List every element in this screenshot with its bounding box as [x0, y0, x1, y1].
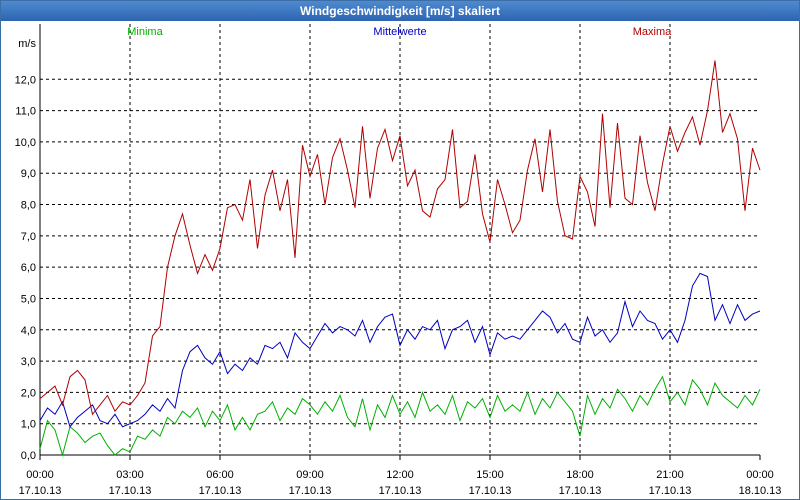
y-tick-label: 9,0	[21, 168, 36, 180]
wind-speed-chart: Minima Mittelwerte Maxima 0,0 1,0 2,0 3,0 4,0 5…	[15, 24, 782, 497]
x-tick-time: 15:00	[476, 469, 504, 481]
y-tick-label: 11,0	[15, 106, 36, 118]
x-tick-time: 03:00	[116, 469, 144, 481]
y-tick-label: 10,0	[15, 137, 36, 149]
x-tick-time: 09:00	[296, 469, 324, 481]
y-tick-label: 0,0	[21, 450, 36, 462]
x-tick-time: 12:00	[386, 469, 414, 481]
x-tick-time: 00:00	[26, 469, 54, 481]
x-tick-date: 17.10.13	[379, 485, 422, 497]
legend-mittelwerte: Mittelwerte	[373, 26, 426, 38]
y-tick-label: 6,0	[21, 262, 36, 274]
x-tick-date: 17.10.13	[559, 485, 602, 497]
x-tick-time: 18:00	[566, 469, 594, 481]
x-tick-time: 06:00	[206, 469, 234, 481]
series-lines	[39, 60, 761, 457]
y-tick-label: 7,0	[21, 231, 36, 243]
y-tick-label: 3,0	[21, 356, 36, 368]
x-tick-date: 17.10.13	[109, 485, 152, 497]
y-tick-label: 5,0	[21, 293, 36, 305]
y-tick-label: 2,0	[21, 387, 36, 399]
x-tick-time: 00:00	[746, 469, 774, 481]
y-tick-label: 4,0	[21, 325, 36, 337]
x-tick-date: 17.10.13	[469, 485, 512, 497]
y-tick-label: 8,0	[21, 200, 36, 212]
y-tick-label: 12,0	[15, 74, 36, 86]
legend-minima: Minima	[127, 26, 163, 38]
grid	[40, 24, 760, 456]
x-tick-date: 17.10.13	[199, 485, 242, 497]
x-tick-date: 18.10.13	[739, 485, 782, 497]
x-tick-date: 17.10.13	[649, 485, 692, 497]
legend-maxima: Maxima	[633, 26, 672, 38]
x-tick-date: 17.10.13	[19, 485, 62, 497]
x-tick-date: 17.10.13	[289, 485, 332, 497]
x-tick-time: 21:00	[656, 469, 684, 481]
y-tick-label: 1,0	[21, 419, 36, 431]
legend: Minima Mittelwerte Maxima	[127, 26, 672, 38]
y-axis-label: m/s	[18, 38, 36, 50]
